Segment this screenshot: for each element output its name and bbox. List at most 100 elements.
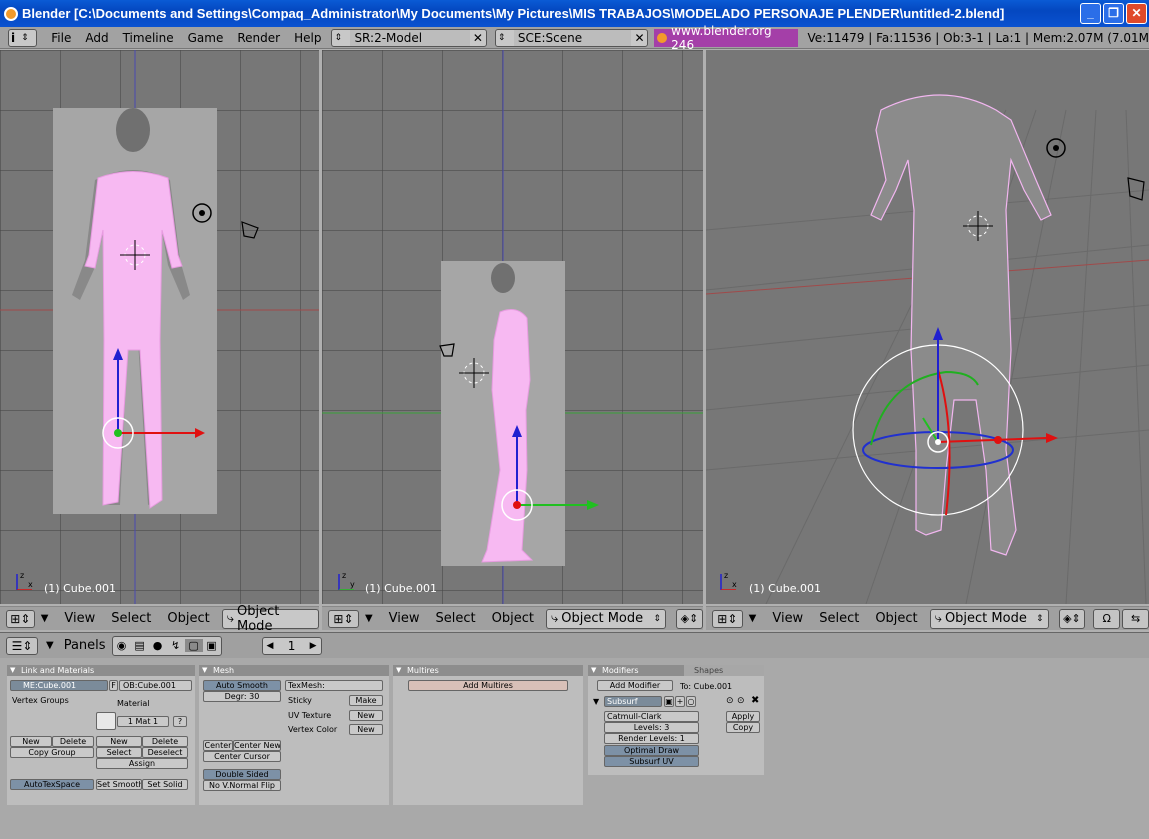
optimal-draw-toggle[interactable]: Optimal Draw	[604, 745, 699, 756]
collapse-menu-icon[interactable]: ▼	[46, 640, 54, 651]
subsurf-uv-toggle[interactable]: Subsurf UV	[604, 756, 699, 767]
set-smooth-button[interactable]: Set Smooth	[96, 779, 142, 790]
modifier-copy-button[interactable]: Copy	[726, 722, 760, 733]
modifier-move-up-icon[interactable]: ⊙	[726, 696, 734, 706]
modifier-render-toggle-icon[interactable]: ▣	[664, 696, 674, 707]
modifier-apply-button[interactable]: Apply	[726, 711, 760, 722]
material-help-button[interactable]: ?	[173, 716, 187, 727]
viewport-perspective[interactable]: z x (1) Cube.001	[706, 50, 1149, 604]
sticky-make-button[interactable]: Make	[349, 695, 383, 706]
render-levels-field[interactable]: Render Levels: 1	[604, 733, 699, 744]
menu-object[interactable]: Object	[492, 611, 534, 626]
mesh-name-field[interactable]: ME:Cube.001	[10, 680, 108, 691]
vgroup-delete-button[interactable]: Delete	[52, 736, 94, 747]
panel-title[interactable]: Link and Materials	[7, 665, 195, 676]
frame-increment-icon[interactable]: ▶	[310, 641, 317, 651]
manipulator-icon[interactable]: ⇆	[1122, 608, 1149, 629]
subsurf-collapse-icon[interactable]: ▼	[593, 697, 599, 706]
frame-number-field[interactable]: ◀ 1 ▶	[261, 636, 322, 655]
menu-add[interactable]: Add	[85, 31, 108, 45]
scene-delete-icon[interactable]: ✕	[631, 31, 647, 45]
fake-user-toggle[interactable]: F	[109, 680, 118, 691]
panels-menu[interactable]: Panels	[64, 638, 106, 653]
center-new-button[interactable]: Center New	[233, 740, 281, 751]
modifier-move-down-icon[interactable]: ⊙	[737, 696, 745, 706]
info-window-type-selector[interactable]: i ⇕	[8, 28, 38, 47]
menu-select[interactable]: Select	[819, 611, 859, 626]
object-context-icon[interactable]: ↯	[167, 639, 185, 652]
degr-field[interactable]: Degr: 30	[203, 691, 281, 702]
draw-type-button[interactable]: ◈⇕	[675, 608, 703, 629]
copy-group-button[interactable]: Copy Group	[10, 747, 94, 758]
material-index-field[interactable]: 1 Mat 1	[117, 716, 169, 727]
mode-selector[interactable]: ⤷ Object Mode ⇕	[545, 608, 666, 629]
mesh-perspective[interactable]	[870, 94, 1052, 556]
screen-name[interactable]: SR:2-Model	[350, 29, 470, 46]
object-name-field[interactable]: OB:Cube.001	[119, 680, 192, 691]
auto-smooth-toggle[interactable]: Auto Smooth	[203, 680, 281, 691]
menu-help[interactable]: Help	[294, 31, 321, 45]
maximize-button[interactable]: ❐	[1103, 3, 1124, 24]
texmesh-field[interactable]: TexMesh:	[285, 680, 383, 691]
view3d-window-type-icon[interactable]: ⊞⇕	[328, 609, 359, 628]
close-button[interactable]: ✕	[1126, 3, 1147, 24]
logic-context-icon[interactable]: ◉	[113, 639, 131, 652]
material-delete-button[interactable]: Delete	[142, 736, 188, 747]
screen-selector[interactable]: ⇕ SR:2-Model ✕	[331, 28, 487, 47]
double-sided-toggle[interactable]: Double Sided	[203, 769, 281, 780]
center-button[interactable]: Center	[203, 740, 233, 751]
material-color-swatch[interactable]	[96, 712, 116, 730]
pivot-icon[interactable]: Ω	[1093, 608, 1121, 629]
draw-type-button[interactable]: ◈⇕	[1058, 608, 1086, 629]
collapse-menu-icon[interactable]: ▼	[41, 613, 49, 624]
collapse-menu-icon[interactable]: ▼	[365, 613, 373, 624]
modifier-editmode-toggle-icon[interactable]: +	[675, 696, 685, 707]
viewport-side[interactable]: z y (1) Cube.001	[322, 50, 703, 604]
viewport-front[interactable]: z x (1) Cube.001	[0, 50, 319, 604]
collapse-menu-icon[interactable]: ▼	[749, 613, 757, 624]
vgroup-new-button[interactable]: New	[10, 736, 52, 747]
add-modifier-button[interactable]: Add Modifier	[597, 680, 673, 691]
scene-name[interactable]: SCE:Scene	[513, 29, 632, 46]
camera-icon[interactable]	[241, 221, 259, 239]
modifier-delete-icon[interactable]: ✖	[751, 695, 759, 706]
uv-texture-new-button[interactable]: New	[349, 710, 383, 721]
mode-selector[interactable]: ⤷ Object Mode ⇕	[929, 608, 1049, 629]
subdivision-type-select[interactable]: Catmull-Clark	[604, 711, 699, 722]
editing-context-icon[interactable]: ▢	[184, 639, 203, 652]
shapes-tab[interactable]: Shapes	[684, 665, 764, 676]
menu-object[interactable]: Object	[875, 611, 917, 626]
camera-icon-persp[interactable]	[1127, 177, 1145, 201]
menu-file[interactable]: File	[51, 31, 71, 45]
minimize-button[interactable]: _	[1080, 3, 1101, 24]
menu-object[interactable]: Object	[167, 611, 209, 626]
view3d-window-type-icon[interactable]: ⊞⇕	[6, 609, 35, 628]
set-solid-button[interactable]: Set Solid	[142, 779, 188, 790]
scene-selector[interactable]: ⇕ SCE:Scene ✕	[494, 28, 649, 47]
vertex-color-new-button[interactable]: New	[349, 724, 383, 735]
menu-select[interactable]: Select	[436, 611, 476, 626]
menu-render[interactable]: Render	[237, 31, 280, 45]
material-new-button[interactable]: New	[96, 736, 142, 747]
menu-view[interactable]: View	[64, 611, 95, 626]
scene-context-icon[interactable]: ▣	[203, 639, 221, 652]
menu-game[interactable]: Game	[188, 31, 224, 45]
menu-view[interactable]: View	[772, 611, 803, 626]
frame-decrement-icon[interactable]: ◀	[267, 641, 274, 651]
subsurf-name-field[interactable]: Subsurf	[604, 696, 662, 707]
menu-timeline[interactable]: Timeline	[123, 31, 174, 45]
modifier-cage-toggle-icon[interactable]: ○	[686, 696, 696, 707]
menu-view[interactable]: View	[389, 611, 420, 626]
buttons-window-type-icon[interactable]: ☰⇕	[6, 636, 38, 655]
center-cursor-button[interactable]: Center Cursor	[203, 751, 281, 762]
view3d-window-type-icon[interactable]: ⊞⇕	[712, 609, 743, 628]
levels-field[interactable]: Levels: 3	[604, 722, 699, 733]
material-select-button[interactable]: Select	[96, 747, 142, 758]
mode-selector[interactable]: ⤷ Object Mode	[221, 604, 319, 634]
material-deselect-button[interactable]: Deselect	[142, 747, 188, 758]
modifiers-tab[interactable]: Modifiers	[588, 665, 684, 676]
panel-title[interactable]: Multires	[393, 665, 583, 676]
panel-title[interactable]: Mesh	[199, 665, 389, 676]
shading-context-icon[interactable]: ●	[149, 639, 167, 652]
menu-select[interactable]: Select	[111, 611, 151, 626]
